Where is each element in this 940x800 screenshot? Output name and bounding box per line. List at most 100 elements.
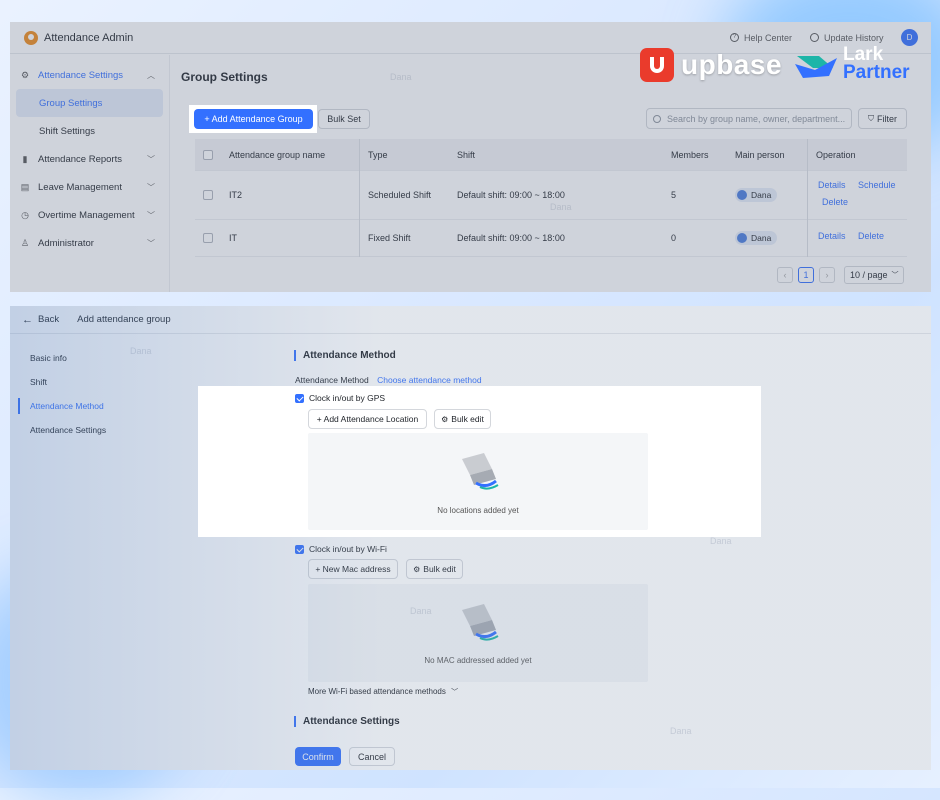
page-size-label: 10 / page: [850, 270, 888, 280]
delete-link[interactable]: Delete: [822, 197, 848, 207]
cancel-button[interactable]: Cancel: [349, 747, 395, 766]
col-header: Attendance group name: [229, 149, 326, 160]
row-checkbox[interactable]: [203, 190, 213, 200]
header-bar: ← Back Add attendance group: [10, 306, 931, 334]
group-type: Scheduled Shift: [359, 170, 449, 220]
section-title-settings: Attendance Settings: [294, 716, 400, 727]
empty-box-icon: [462, 604, 499, 641]
watermark: Dana: [390, 72, 412, 82]
sidebar-item-shift-settings[interactable]: Shift Settings: [10, 117, 169, 145]
choose-method-link[interactable]: Choose attendance method: [377, 375, 481, 385]
sidebar: ⚙ Attendance Settings ︿ Group Settings S…: [10, 55, 170, 292]
more-wifi-methods-toggle[interactable]: More Wi-Fi based attendance methods ﹀: [308, 687, 458, 697]
upbase-logo: upbase: [640, 48, 782, 82]
page-title: Group Settings: [181, 70, 268, 84]
gear-icon: ⚙: [441, 414, 449, 424]
delete-link[interactable]: Delete: [858, 231, 884, 241]
gps-checkbox[interactable]: Clock in/out by GPS: [295, 393, 385, 404]
sidebar-item-leave-management[interactable]: ▤ Leave Management ﹀: [10, 173, 169, 201]
sidebar-item-attendance-settings[interactable]: ⚙ Attendance Settings ︿: [10, 61, 169, 89]
new-mac-address-button[interactable]: + New Mac address: [308, 559, 398, 579]
details-link[interactable]: Details: [814, 228, 850, 243]
clock-icon: ◷: [21, 210, 29, 220]
group-name: IT: [229, 233, 237, 243]
table-row[interactable]: IT2 Scheduled Shift Default shift: 09:00…: [195, 170, 907, 220]
wifi-label: Clock in/out by Wi-Fi: [309, 544, 387, 554]
page-title: Add attendance group: [77, 314, 171, 325]
gps-highlight: Clock in/out by GPS + Add Attendance Loc…: [198, 386, 761, 537]
wifi-checkbox[interactable]: Clock in/out by Wi-Fi: [295, 544, 387, 555]
col-header: Main person: [735, 149, 785, 160]
search-icon: [653, 114, 661, 123]
details-link[interactable]: Details: [814, 177, 850, 192]
step-attendance-method[interactable]: Attendance Method: [10, 394, 210, 418]
sidebar-item-label: Group Settings: [39, 97, 103, 109]
person-name: Dana: [751, 233, 772, 243]
step-basic-info[interactable]: Basic info: [10, 346, 210, 370]
watermark: Dana: [550, 202, 572, 212]
filter-icon: ⛉: [868, 113, 874, 123]
sidebar-item-label: Shift Settings: [39, 125, 95, 137]
update-history-label: Update History: [824, 32, 884, 43]
update-history-link[interactable]: Update History: [810, 33, 884, 43]
user-icon: ♙: [20, 238, 30, 248]
bulk-set-button[interactable]: Bulk Set: [318, 109, 370, 129]
calendar-icon: ▤: [20, 182, 30, 192]
sidebar-item-attendance-reports[interactable]: ▮ Attendance Reports ﹀: [10, 145, 169, 173]
page-size-select[interactable]: 10 / page ﹀: [844, 266, 904, 284]
main-person: Dana: [727, 188, 807, 202]
upbase-mark-icon: [640, 48, 674, 82]
group-shift: Default shift: 09:00 ~ 18:00: [457, 233, 565, 243]
current-page[interactable]: 1: [798, 267, 814, 283]
back-label: Back: [38, 314, 60, 325]
bulk-edit-label: Bulk edit: [451, 414, 484, 424]
sidebar-item-administrator[interactable]: ♙ Administrator ﹀: [10, 229, 169, 257]
help-center-link[interactable]: ? Help Center: [730, 33, 792, 43]
gear-icon: ⚙: [413, 564, 421, 574]
lark-partner-logo: Lark Partner: [793, 45, 910, 82]
sidebar-item-label: Administrator: [38, 237, 94, 249]
group-members: 0: [671, 233, 677, 243]
method-label: Attendance Method: [295, 375, 369, 385]
avatar[interactable]: D: [901, 29, 918, 46]
confirm-button[interactable]: Confirm: [295, 747, 341, 766]
col-header: Type: [359, 138, 449, 171]
schedule-link[interactable]: Schedule: [858, 180, 896, 190]
next-page-button[interactable]: ›: [819, 267, 835, 283]
checkbox-checked-icon: [295, 545, 304, 555]
chevron-down-icon: ﹀: [891, 272, 899, 279]
add-attendance-group-button[interactable]: + Add Attendance Group: [194, 109, 313, 129]
search-input[interactable]: Search by group name, owner, department.…: [646, 108, 852, 129]
location-empty-state: No locations added yet: [308, 433, 648, 530]
sidebar-item-overtime-management[interactable]: ◷ Overtime Management ﹀: [10, 201, 169, 229]
operation-cell: Details Schedule Delete: [807, 170, 907, 220]
chevron-down-icon: ﹀: [147, 210, 155, 220]
group-members: 5: [671, 190, 677, 200]
sidebar-item-label: Leave Management: [38, 181, 122, 193]
step-attendance-settings[interactable]: Attendance Settings: [10, 418, 210, 442]
chevron-down-icon: ﹀: [147, 182, 155, 192]
avatar: [737, 190, 747, 200]
mac-empty-state: No MAC addressed added yet: [308, 584, 648, 682]
bulk-edit-location-button[interactable]: ⚙ Bulk edit: [434, 409, 491, 429]
groups-table: Attendance group name Type Shift Members…: [195, 138, 907, 257]
row-checkbox[interactable]: [203, 233, 213, 243]
filter-button[interactable]: ⛉ Filter: [858, 108, 907, 129]
back-button[interactable]: ← Back: [22, 314, 59, 326]
sidebar-item-group-settings[interactable]: Group Settings: [16, 89, 163, 117]
help-icon: ?: [730, 33, 739, 42]
add-attendance-location-button[interactable]: + Add Attendance Location: [308, 409, 427, 429]
main-person: Dana: [727, 231, 807, 245]
prev-page-button[interactable]: ‹: [777, 267, 793, 283]
select-all-checkbox[interactable]: [203, 149, 213, 160]
bulk-edit-mac-button[interactable]: ⚙ Bulk edit: [406, 559, 463, 579]
no-locations-text: No locations added yet: [437, 506, 519, 515]
watermark: Dana: [670, 726, 692, 736]
filter-label: Filter: [877, 113, 897, 124]
empty-box-icon: [462, 453, 499, 490]
group-shift: Default shift: 09:00 ~ 18:00: [457, 190, 565, 200]
more-wifi-label: More Wi-Fi based attendance methods: [308, 687, 446, 696]
chevron-up-icon: ︿: [147, 70, 155, 80]
table-row[interactable]: IT Fixed Shift Default shift: 09:00 ~ 18…: [195, 219, 907, 257]
step-shift[interactable]: Shift: [10, 370, 210, 394]
